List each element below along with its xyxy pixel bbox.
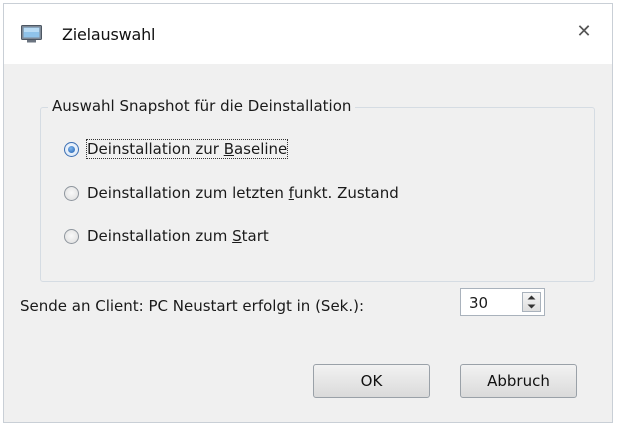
arrow-up-icon: [527, 295, 536, 300]
radio-button[interactable]: [64, 185, 79, 201]
radio-label-baseline[interactable]: Deinstallation zur Baseline: [85, 139, 289, 159]
radio-option-start[interactable]: Deinstallation zum Start: [64, 227, 269, 245]
radio-option-last-working-state[interactable]: Deinstallation zum letzten funkt. Zustan…: [64, 184, 399, 202]
spin-up-button[interactable]: [523, 293, 540, 302]
radio-label-last-working-state[interactable]: Deinstallation zum letzten funkt. Zustan…: [87, 184, 399, 202]
dialog-body: Auswahl Snapshot für die Deinstallation …: [4, 64, 612, 422]
window-title: Zielauswahl: [62, 25, 156, 44]
cancel-button[interactable]: Abbruch: [460, 364, 577, 398]
radio-button[interactable]: [64, 228, 79, 244]
dialog-window: Zielauswahl ✕ Auswahl Snapshot für die D…: [3, 3, 613, 423]
monitor-icon: [21, 25, 42, 43]
close-button[interactable]: ✕: [570, 18, 598, 44]
restart-timeout-label: Sende an Client: PC Neustart erfolgt in …: [20, 297, 365, 315]
restart-timeout-value[interactable]: 30: [469, 294, 488, 312]
spin-down-button[interactable]: [523, 302, 540, 311]
radio-button-checked[interactable]: [64, 141, 79, 157]
close-icon: ✕: [576, 20, 592, 42]
radio-option-baseline[interactable]: Deinstallation zur Baseline: [64, 139, 289, 159]
radio-label-start[interactable]: Deinstallation zum Start: [87, 227, 269, 245]
spinner-buttons: [522, 292, 541, 312]
arrow-down-icon: [527, 304, 536, 309]
snapshot-group-title: Auswahl Snapshot für die Deinstallation: [48, 97, 356, 115]
restart-timeout-spinner[interactable]: 30: [460, 288, 545, 316]
title-bar: Zielauswahl ✕: [4, 4, 612, 64]
ok-button[interactable]: OK: [313, 364, 430, 398]
